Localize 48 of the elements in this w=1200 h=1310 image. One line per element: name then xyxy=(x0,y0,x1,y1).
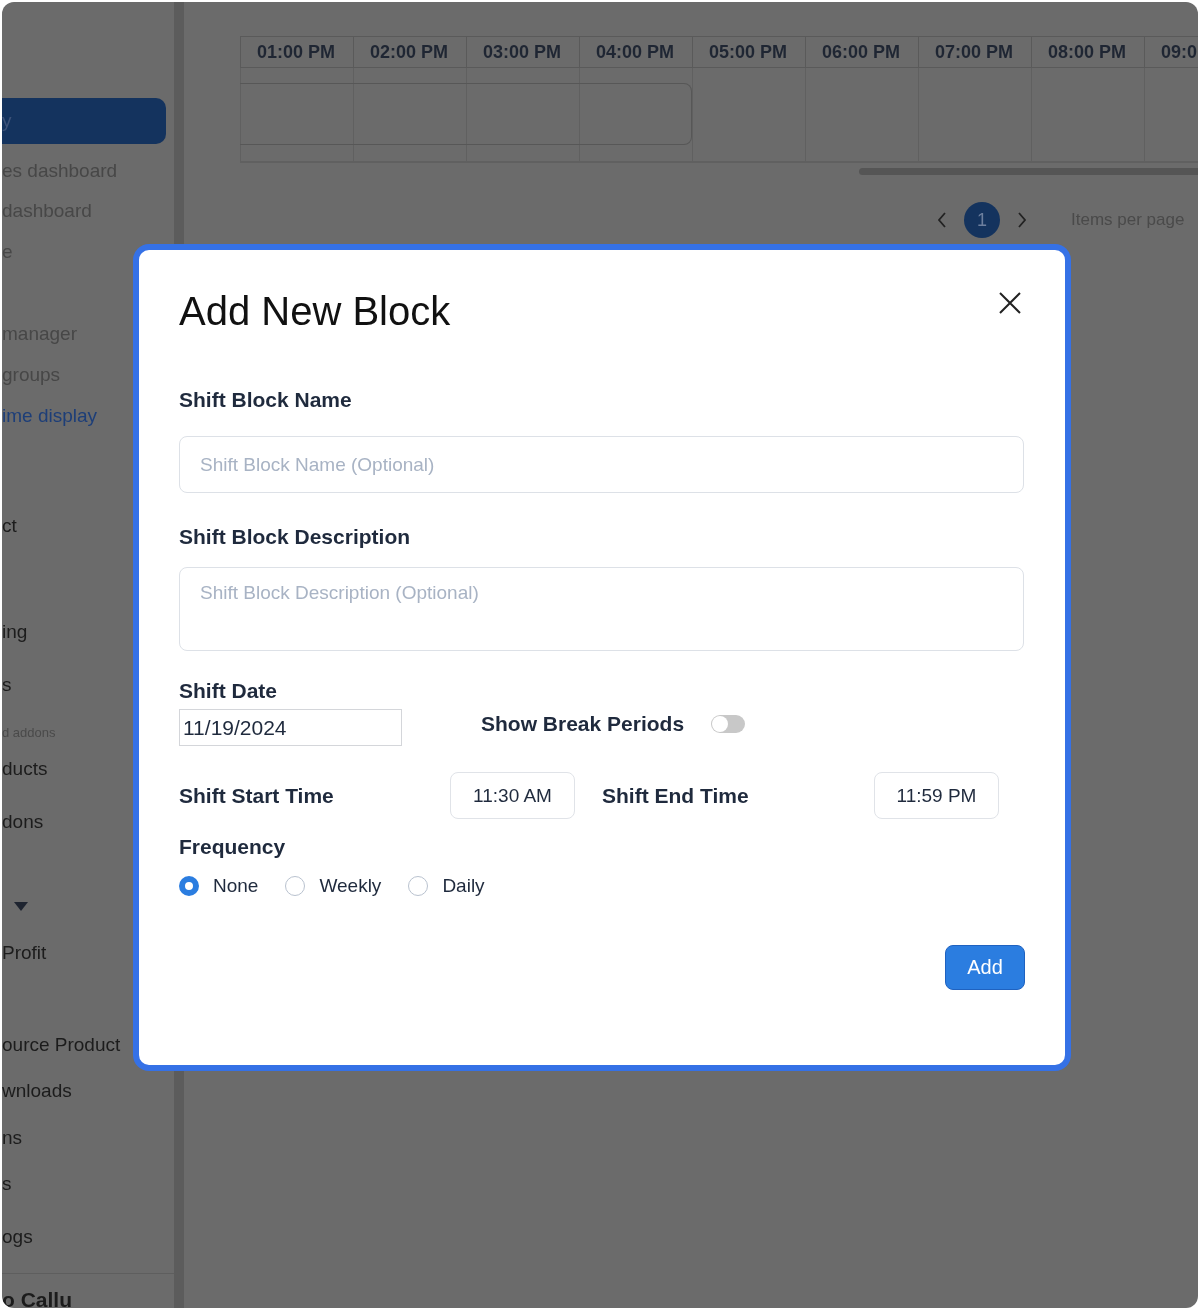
chevron-right-icon[interactable] xyxy=(1016,211,1028,229)
nav-item[interactable]: ns xyxy=(2,1126,23,1150)
radio-label: Weekly xyxy=(319,875,382,897)
nav-item[interactable]: Profit xyxy=(2,941,47,965)
nav-item[interactable]: ime display xyxy=(2,404,98,428)
caret-icon[interactable] xyxy=(14,902,28,912)
nav-item[interactable]: dons xyxy=(2,810,44,834)
time-column-header: 07:00 PM xyxy=(918,37,1031,67)
dialog-title: Add New Block xyxy=(179,288,451,335)
close-icon[interactable] xyxy=(998,291,1022,315)
field-label: Shift Date xyxy=(179,679,278,703)
chevron-left-icon[interactable] xyxy=(936,211,948,229)
field-label: Shift Block Description xyxy=(179,524,412,550)
time-column-header: 06:00 PM xyxy=(805,37,918,67)
field-label: Shift Start Time xyxy=(179,783,335,808)
name-field[interactable]: Shift Block Name (Optional) xyxy=(179,436,1024,493)
time-field[interactable]: 11:59 PM xyxy=(874,772,999,819)
page-number[interactable]: 1 xyxy=(964,202,1000,238)
radio-button[interactable] xyxy=(285,876,306,896)
nav-item[interactable]: s xyxy=(2,673,12,697)
add-button[interactable]: Add xyxy=(945,945,1025,990)
description-field[interactable]: Shift Block Description (Optional) xyxy=(179,567,1024,651)
nav-item[interactable]: ogs xyxy=(2,1225,33,1249)
nav-item[interactable]: ct xyxy=(2,514,17,538)
time-column-header: 02:00 PM xyxy=(353,37,466,67)
time-column-header: 08:00 PM xyxy=(1031,37,1144,67)
nav-item[interactable]: ducts xyxy=(2,757,48,781)
nav-item[interactable]: wnloads xyxy=(2,1079,72,1103)
horizontal-scrollbar[interactable] xyxy=(859,168,1198,175)
date-field[interactable]: 11/19/2024 xyxy=(179,709,402,746)
radio-label: Daily xyxy=(442,875,485,897)
nav-item[interactable]: ource Product xyxy=(2,1033,121,1057)
nav-item[interactable]: s xyxy=(2,1172,12,1196)
field-label: Frequency xyxy=(179,835,287,859)
radio-label: None xyxy=(213,875,259,897)
toggle-switch[interactable] xyxy=(711,714,746,733)
time-column-header: 04:00 PM xyxy=(579,37,692,67)
toggle-label: Show Break Periods xyxy=(481,711,685,736)
radio-button[interactable] xyxy=(179,876,199,896)
time-column-header: 01:00 PM xyxy=(240,37,353,67)
time-column-header: 05:00 PM xyxy=(692,37,805,67)
field-label: Shift End Time xyxy=(602,783,750,808)
time-field[interactable]: 11:30 AM xyxy=(450,772,575,819)
nav-item[interactable]: ing xyxy=(2,620,28,644)
time-column-header: 09:0 xyxy=(1144,37,1198,67)
radio-button[interactable] xyxy=(408,876,429,896)
field-label: Shift Block Name xyxy=(179,387,353,413)
time-column-header: 03:00 PM xyxy=(466,37,579,67)
